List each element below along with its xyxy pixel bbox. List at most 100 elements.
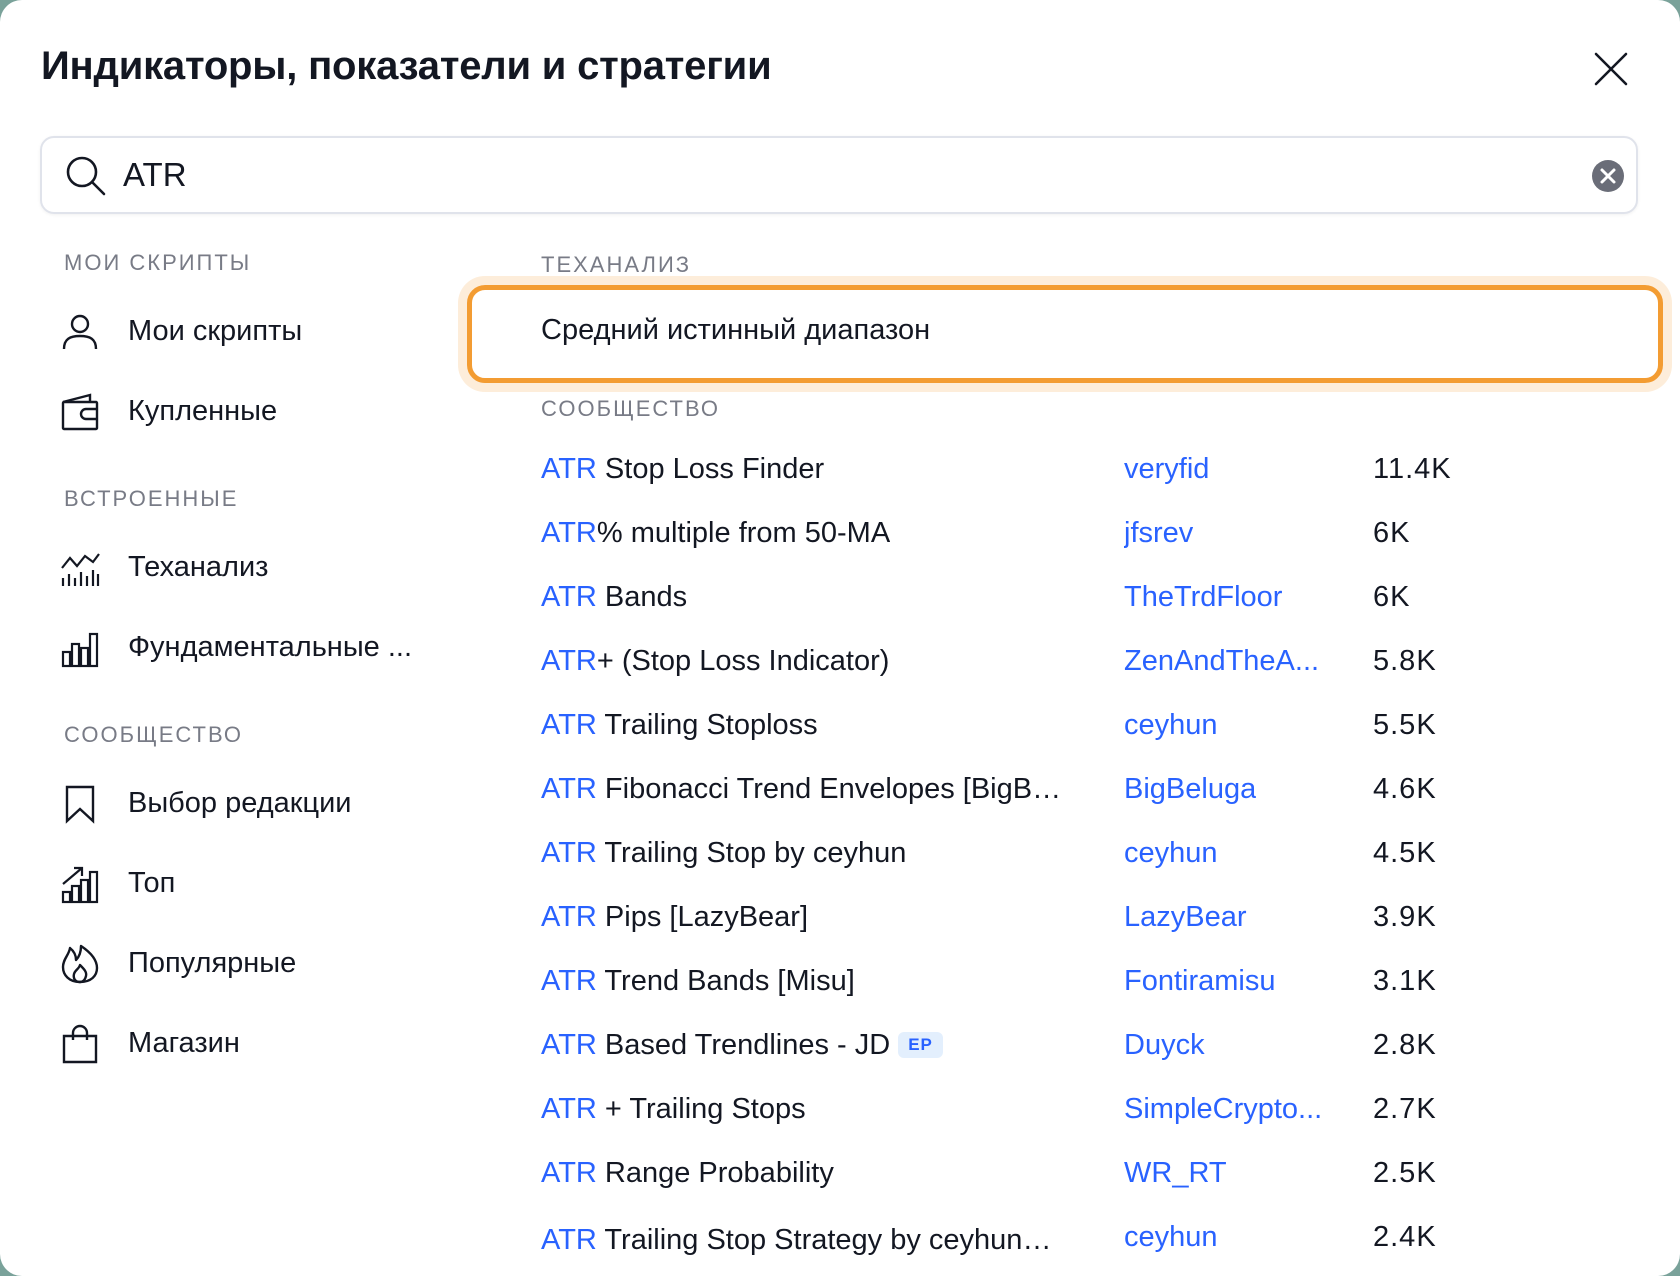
result-usage-count: 2.7K — [1373, 1093, 1437, 1125]
sidebar-item-store[interactable]: Магазин — [60, 1015, 440, 1073]
result-usage-count: 4.6K — [1373, 773, 1437, 805]
result-name: ATR Pips [LazyBear] — [541, 901, 808, 934]
result-name: ATR Based Trendlines - JD EP — [541, 1029, 943, 1062]
result-author-link[interactable]: veryfid — [1124, 453, 1209, 486]
result-author-link[interactable]: ZenAndTheA... — [1124, 645, 1319, 678]
sidebar-item-editors-picks[interactable]: Выбор редакции — [60, 775, 440, 833]
sidebar-item-my-scripts[interactable]: Мои скрипты — [60, 303, 440, 361]
result-name: ATR Range Probability — [541, 1157, 834, 1190]
sidebar-item-label: Магазин — [128, 1027, 240, 1059]
bookmark-icon — [60, 784, 100, 824]
community-result-row[interactable]: ATR Trailing Stoploss ceyhun 5.5K — [541, 701, 1641, 757]
search-match-highlight: ATR — [541, 581, 597, 613]
community-result-row[interactable]: ATR + Trailing Stops SimpleCrypto... 2.7K — [541, 1085, 1641, 1141]
editors-pick-badge: EP — [898, 1032, 943, 1058]
result-author-link[interactable]: SimpleCrypto... — [1124, 1093, 1322, 1126]
result-author-link[interactable]: WR_RT — [1124, 1157, 1227, 1190]
sidebar-item-label: Теханализ — [128, 551, 269, 583]
community-result-row[interactable]: ATR Stop Loss Finder veryfid 11.4K — [541, 445, 1641, 501]
result-name: ATR+ (Stop Loss Indicator) — [541, 645, 889, 678]
search-match-highlight: ATR — [541, 965, 597, 997]
results-heading-technicals: ТЕХАНАЛИЗ — [541, 252, 692, 277]
result-name: Средний истинный диапазон — [541, 314, 931, 346]
community-result-row[interactable]: ATR Based Trendlines - JD EP Duyck 2.8K — [541, 1021, 1641, 1077]
result-usage-count: 6K — [1373, 517, 1411, 549]
sidebar-item-popular[interactable]: Популярные — [60, 935, 440, 993]
user-icon — [60, 312, 100, 352]
sidebar-heading-my-scripts: МОИ СКРИПТЫ — [64, 250, 252, 275]
search-input[interactable] — [123, 150, 1523, 200]
dialog-title: Индикаторы, показатели и стратегии — [41, 44, 772, 88]
indicators-dialog: Индикаторы, показатели и стратегии МОИ С… — [0, 0, 1680, 1276]
shopping-bag-icon — [60, 1024, 100, 1064]
result-name-rest: Trailing Stop Strategy by ceyhun — [596, 1224, 1023, 1256]
result-name: ATR Trailing Stoploss — [541, 709, 818, 742]
result-author-link[interactable]: Fontiramisu — [1124, 965, 1276, 998]
sidebar-item-technicals[interactable]: Теханализ — [60, 539, 440, 597]
search-icon — [64, 154, 108, 198]
sidebar-heading-builtin: ВСТРОЕННЫЕ — [64, 486, 239, 511]
sidebar-item-fundamentals[interactable]: Фундаментальные ... — [60, 619, 440, 677]
result-name: ATR% multiple from 50-MA — [541, 517, 890, 550]
result-usage-count: 5.5K — [1373, 709, 1437, 741]
result-name-rest: Trend Bands [Misu] — [596, 965, 855, 997]
search-match-highlight: ATR — [541, 453, 597, 485]
result-author-link[interactable]: BigBeluga — [1124, 773, 1256, 806]
result-name: ATR Fibonacci Trend Envelopes [BigBel... — [541, 773, 1071, 806]
community-result-row[interactable]: ATR Trailing Stop by ceyhun ceyhun 4.5K — [541, 829, 1641, 885]
community-result-row[interactable]: ATR Trend Bands [Misu] Fontiramisu 3.1K — [541, 957, 1641, 1013]
result-author-link[interactable]: LazyBear — [1124, 901, 1247, 934]
wallet-icon — [60, 392, 100, 432]
result-author-link[interactable]: ceyhun — [1124, 1221, 1218, 1254]
top-chart-icon — [60, 864, 100, 904]
search-match-highlight: ATR — [541, 837, 597, 869]
result-name-rest: Pips [LazyBear] — [596, 901, 809, 933]
result-name-rest: + (Stop Loss Indicator) — [596, 645, 890, 677]
search-match-highlight: ATR — [541, 645, 597, 677]
sidebar-item-label: Топ — [128, 867, 176, 899]
clear-search-button[interactable] — [1590, 158, 1626, 194]
clear-icon — [1592, 160, 1624, 192]
search-match-highlight: ATR — [541, 773, 597, 805]
community-result-row[interactable]: ATR+ (Stop Loss Indicator) ZenAndTheA... 5… — [541, 637, 1641, 693]
search-match-highlight: ATR — [541, 1029, 597, 1061]
results-heading-community: СООБЩЕСТВО — [541, 396, 721, 421]
search-match-highlight: ATR — [541, 709, 597, 741]
result-row-atr-builtin[interactable]: Средний истинный диапазон — [467, 285, 1663, 383]
result-name-rest: % multiple from 50-MA — [596, 517, 891, 549]
result-author-link[interactable]: jfsrev — [1124, 517, 1193, 550]
community-result-row[interactable]: ATR% multiple from 50-MA jfsrev 6K — [541, 509, 1641, 565]
result-author-link[interactable]: ceyhun — [1124, 837, 1218, 870]
result-author-link[interactable]: TheTrdFloor — [1124, 581, 1282, 614]
result-name: ATR Trailing Stop by ceyhun — [541, 837, 906, 870]
result-usage-count: 3.9K — [1373, 901, 1437, 933]
technicals-icon — [60, 548, 100, 588]
search-match-highlight: ATR — [541, 901, 597, 933]
community-result-row[interactable]: ATR Range Probability WR_RT 2.5K — [541, 1149, 1641, 1205]
sidebar-item-purchased[interactable]: Купленные — [60, 383, 440, 441]
result-author-link[interactable]: ceyhun — [1124, 709, 1218, 742]
result-name-rest: Trailing Stoploss — [596, 709, 818, 741]
search-match-highlight: ATR — [541, 517, 597, 549]
close-button[interactable] — [1591, 49, 1631, 89]
community-result-row[interactable]: ATR Pips [LazyBear] LazyBear 3.9K — [541, 893, 1641, 949]
result-name: ATR Bands — [541, 581, 687, 614]
result-name: ATR Trailing Stop Strategy by ceyhun — [541, 1221, 1071, 1257]
community-result-row[interactable]: ATR Fibonacci Trend Envelopes [BigBel...… — [541, 765, 1641, 821]
community-result-row[interactable]: ATR Bands TheTrdFloor 6K — [541, 573, 1641, 629]
community-result-row[interactable]: ATR Trailing Stop Strategy by ceyhun ceyh… — [541, 1213, 1641, 1269]
close-icon — [1594, 52, 1628, 86]
result-name-rest: + Trailing Stops — [596, 1093, 806, 1125]
result-usage-count: 11.4K — [1373, 453, 1452, 485]
result-usage-count: 5.8K — [1373, 645, 1437, 677]
flame-icon — [60, 944, 100, 984]
result-author-link[interactable]: Duyck — [1124, 1029, 1205, 1062]
result-usage-count: 4.5K — [1373, 837, 1437, 869]
result-name-rest: Stop Loss Finder — [596, 453, 825, 485]
result-name-rest: Range Probability — [596, 1157, 834, 1189]
result-name-rest: Bands — [596, 581, 688, 613]
search-match-highlight: ATR — [541, 1224, 597, 1256]
sidebar-heading-community: СООБЩЕСТВО — [64, 722, 244, 747]
sidebar-item-top[interactable]: Топ — [60, 855, 440, 913]
result-name: ATR + Trailing Stops — [541, 1093, 806, 1126]
